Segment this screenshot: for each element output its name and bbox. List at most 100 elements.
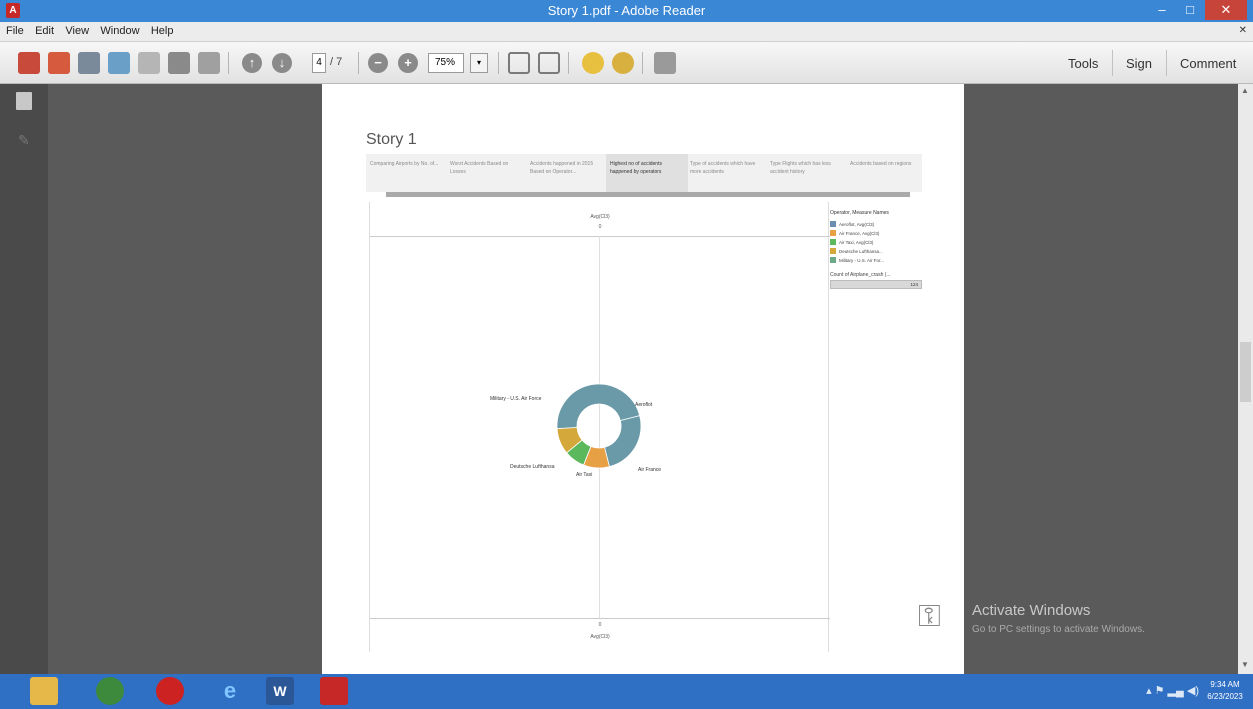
menu-edit[interactable]: Edit <box>31 22 58 40</box>
legend-label: Deutsche Lufthansa... <box>839 248 883 254</box>
legend-swatch <box>830 257 836 263</box>
legend-swatch <box>830 221 836 227</box>
story-tabs-scrollbar[interactable] <box>386 192 910 197</box>
comment-button[interactable]: Comment <box>1180 56 1236 71</box>
highlight-icon[interactable] <box>612 52 634 74</box>
slice-label-military: Military - U.S. Air Force <box>490 396 542 402</box>
legend-label: Air Taxi, Avg(Cl3) <box>839 239 874 245</box>
navigation-pane: ✎ <box>0 84 48 674</box>
legend-item[interactable]: Deutsche Lufthansa... <box>830 247 922 255</box>
create-pdf-icon[interactable] <box>18 52 40 74</box>
watermark-title: Activate Windows <box>972 602 1091 619</box>
attachments-icon[interactable]: ✎ <box>18 132 32 148</box>
save-icon[interactable] <box>138 52 160 74</box>
toolbar: ↑ ↓ 4 / 7 − + 75% ▾ Tools Sign Comment <box>0 42 1253 84</box>
story-tabs: Comparing Airports by No. of... Worst Ac… <box>366 154 922 192</box>
legend-title: Operator, Measure Names <box>830 210 889 216</box>
story-tab[interactable]: Accidents based on regions <box>846 154 922 192</box>
toolbar-separator <box>1112 50 1113 76</box>
fit-width-icon[interactable] <box>508 52 530 74</box>
next-page-icon[interactable]: ↓ <box>272 53 292 73</box>
edit-pdf-icon[interactable] <box>78 52 100 74</box>
document-page: Story 1 Comparing Airports by No. of... … <box>322 84 964 674</box>
legend-swatch <box>830 230 836 236</box>
slice-label-lufthansa: Deutsche Lufthansa <box>510 464 555 470</box>
toolbar-separator <box>498 52 499 74</box>
window-title: Story 1.pdf - Adobe Reader <box>547 3 706 18</box>
window-titlebar: A Story 1.pdf - Adobe Reader – □ ✕ <box>0 0 1253 22</box>
story-tab[interactable]: Type Flights which has less accident his… <box>766 154 848 192</box>
zoom-dropdown-icon[interactable]: ▾ <box>470 53 488 73</box>
filter-label: Count of Airplane_crash (... <box>830 272 891 278</box>
vertical-scrollbar[interactable]: ▲ ▼ <box>1238 84 1253 674</box>
zoom-out-icon[interactable]: − <box>368 53 388 73</box>
filter-slider[interactable]: 124 <box>830 280 922 289</box>
scroll-down-icon[interactable]: ▼ <box>1241 660 1249 669</box>
key-icon: ⚿ <box>918 600 941 633</box>
slice-label-airtaxi: Air Taxi <box>576 472 593 478</box>
donut-chart <box>556 383 642 469</box>
story-tab[interactable]: Worst Accidents Based on Losses <box>446 154 528 192</box>
scroll-thumb[interactable] <box>1240 342 1251 402</box>
maximize-button[interactable]: □ <box>1177 0 1203 20</box>
toolbar-separator <box>358 52 359 74</box>
comment-bubble-icon[interactable] <box>582 52 604 74</box>
email-icon[interactable] <box>198 52 220 74</box>
legend-item[interactable]: Air Taxi, Avg(Cl3) <box>830 238 922 246</box>
page-thumbnails-icon[interactable] <box>16 92 32 110</box>
opera-icon[interactable] <box>156 677 184 705</box>
menu-window[interactable]: Window <box>96 22 143 40</box>
print-icon[interactable] <box>168 52 190 74</box>
story-title: Story 1 <box>366 131 417 148</box>
fit-page-icon[interactable] <box>538 52 560 74</box>
menu-file[interactable]: File <box>2 22 28 40</box>
close-button[interactable]: ✕ <box>1205 0 1247 20</box>
legend-label: Military - U.S. Air For... <box>839 257 885 263</box>
page-number-input[interactable]: 4 <box>312 53 326 73</box>
system-tray-icons[interactable]: ▴ ⚑ ▂▄ ◀) <box>1146 684 1199 697</box>
story-tab[interactable]: Comparing Airports by No. of... <box>366 154 448 192</box>
fullscreen-icon[interactable] <box>654 52 676 74</box>
menu-bar: File Edit View Window Help ✕ <box>0 22 1253 42</box>
chrome-icon[interactable] <box>96 677 124 705</box>
legend-item[interactable]: Aeroflot, Avg(Cl3) <box>830 220 922 228</box>
legend-item[interactable]: Air France, Avg(Cl3) <box>830 229 922 237</box>
clock-time: 9:34 AM <box>1210 680 1240 689</box>
story-tab[interactable]: Type of accidents which have more accide… <box>686 154 768 192</box>
adobe-reader-taskbar-icon[interactable] <box>320 677 348 705</box>
legend-swatch <box>830 248 836 254</box>
zoom-in-icon[interactable]: + <box>398 53 418 73</box>
zoom-level-input[interactable]: 75% <box>428 53 464 73</box>
cloud-icon[interactable] <box>108 52 130 74</box>
system-clock[interactable]: 9:34 AM 6/23/2023 <box>1205 679 1245 703</box>
watermark-subtitle: Go to PC settings to activate Windows. <box>972 624 1145 635</box>
toolbar-separator <box>1166 50 1167 76</box>
menu-view[interactable]: View <box>61 22 93 40</box>
slice-label-airfrance: Air France <box>638 467 662 473</box>
toolbar-separator <box>568 52 569 74</box>
sign-button[interactable]: Sign <box>1126 56 1152 71</box>
legend-item[interactable]: Military - U.S. Air For... <box>830 256 922 264</box>
word-icon[interactable]: W <box>266 677 294 705</box>
scroll-up-icon[interactable]: ▲ <box>1241 86 1249 95</box>
minimize-button[interactable]: – <box>1149 0 1175 20</box>
legend-label: Air France, Avg(Cl3) <box>839 230 880 236</box>
open-file-icon[interactable] <box>48 52 70 74</box>
close-document-icon[interactable]: ✕ <box>1239 25 1247 36</box>
toolbar-separator <box>228 52 229 74</box>
chart-frame: Avg(Cl3) 0 0 Avg(Cl3) Military - U.S. Ai… <box>369 202 830 652</box>
menu-help[interactable]: Help <box>147 22 178 40</box>
taskbar: e W ▴ ⚑ ▂▄ ◀) 9:34 AM 6/23/2023 <box>0 674 1253 709</box>
legend-swatch <box>830 239 836 245</box>
internet-explorer-icon[interactable]: e <box>216 677 244 705</box>
page-total: / 7 <box>330 56 343 68</box>
legend-label: Aeroflot, Avg(Cl3) <box>839 221 875 227</box>
toolbar-separator <box>642 52 643 74</box>
donut-slice-aeroflot[interactable] <box>603 415 642 468</box>
file-explorer-icon[interactable] <box>30 677 58 705</box>
previous-page-icon[interactable]: ↑ <box>242 53 262 73</box>
story-tab-active[interactable]: Highest no of accidents happened by oper… <box>606 154 688 192</box>
story-tab[interactable]: Accidents happened in 2015 Based on Oper… <box>526 154 608 192</box>
tools-button[interactable]: Tools <box>1068 56 1098 71</box>
chart-legend: Operator, Measure Names Aeroflot, Avg(Cl… <box>830 210 922 289</box>
